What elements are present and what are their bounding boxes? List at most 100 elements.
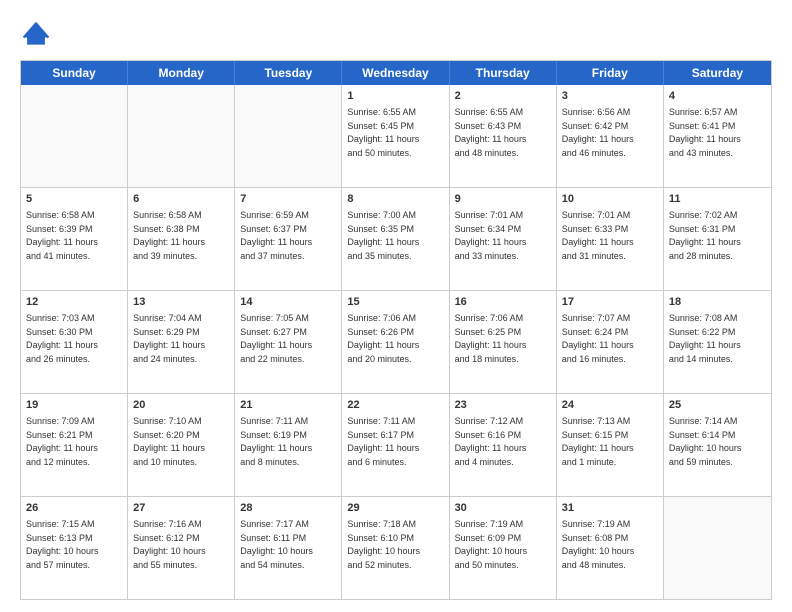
- day-number: 2: [455, 89, 551, 104]
- calendar-cell-3-4: 23 Sunrise: 7:12 AM Sunset: 6:16 PM Dayli…: [450, 394, 557, 496]
- day-number: 29: [347, 501, 443, 516]
- calendar-cell-0-6: 4 Sunrise: 6:57 AM Sunset: 6:41 PM Daylig…: [664, 85, 771, 187]
- day-number: 10: [562, 192, 658, 207]
- calendar-cell-0-0: [21, 85, 128, 187]
- cell-content: Sunrise: 7:16 AM Sunset: 6:12 PM Dayligh…: [133, 519, 206, 570]
- cell-content: Sunrise: 6:56 AM Sunset: 6:42 PM Dayligh…: [562, 107, 634, 158]
- calendar-cell-2-1: 13 Sunrise: 7:04 AM Sunset: 6:29 PM Dayli…: [128, 291, 235, 393]
- day-number: 18: [669, 295, 766, 310]
- day-number: 7: [240, 192, 336, 207]
- calendar-cell-1-2: 7 Sunrise: 6:59 AM Sunset: 6:37 PM Daylig…: [235, 188, 342, 290]
- day-number: 23: [455, 398, 551, 413]
- cell-content: Sunrise: 6:58 AM Sunset: 6:38 PM Dayligh…: [133, 210, 205, 261]
- calendar-week-2: 5 Sunrise: 6:58 AM Sunset: 6:39 PM Daylig…: [21, 188, 771, 291]
- calendar-cell-0-3: 1Sunrise: 6:55 AM Sunset: 6:45 PM Daylig…: [342, 85, 449, 187]
- day-number: 31: [562, 501, 658, 516]
- calendar-cell-1-4: 9 Sunrise: 7:01 AM Sunset: 6:34 PM Daylig…: [450, 188, 557, 290]
- header: [20, 18, 772, 50]
- calendar-cell-2-5: 17Sunrise: 7:07 AM Sunset: 6:24 PM Dayli…: [557, 291, 664, 393]
- day-number: 4: [669, 89, 766, 104]
- cell-content: Sunrise: 7:10 AM Sunset: 6:20 PM Dayligh…: [133, 416, 205, 467]
- cell-content: Sunrise: 7:01 AM Sunset: 6:33 PM Dayligh…: [562, 210, 634, 261]
- day-number: 19: [26, 398, 122, 413]
- day-number: 8: [347, 192, 443, 207]
- cell-content: Sunrise: 6:55 AM Sunset: 6:45 PM Dayligh…: [347, 107, 419, 158]
- calendar-header-row: SundayMondayTuesdayWednesdayThursdayFrid…: [21, 61, 771, 85]
- cell-content: Sunrise: 7:03 AM Sunset: 6:30 PM Dayligh…: [26, 313, 98, 364]
- calendar-cell-1-3: 8 Sunrise: 7:00 AM Sunset: 6:35 PM Daylig…: [342, 188, 449, 290]
- calendar-cell-4-3: 29Sunrise: 7:18 AM Sunset: 6:10 PM Dayli…: [342, 497, 449, 599]
- calendar-cell-2-4: 16 Sunrise: 7:06 AM Sunset: 6:25 PM Dayli…: [450, 291, 557, 393]
- calendar-cell-1-1: 6 Sunrise: 6:58 AM Sunset: 6:38 PM Daylig…: [128, 188, 235, 290]
- cell-content: Sunrise: 7:06 AM Sunset: 6:25 PM Dayligh…: [455, 313, 527, 364]
- cell-content: Sunrise: 7:01 AM Sunset: 6:34 PM Dayligh…: [455, 210, 527, 261]
- calendar-cell-3-0: 19 Sunrise: 7:09 AM Sunset: 6:21 PM Dayli…: [21, 394, 128, 496]
- calendar-cell-4-5: 31 Sunrise: 7:19 AM Sunset: 6:08 PM Dayli…: [557, 497, 664, 599]
- cell-content: Sunrise: 7:17 AM Sunset: 6:11 PM Dayligh…: [240, 519, 313, 570]
- calendar-cell-0-5: 3 Sunrise: 6:56 AM Sunset: 6:42 PM Daylig…: [557, 85, 664, 187]
- calendar-cell-1-6: 11Sunrise: 7:02 AM Sunset: 6:31 PM Dayli…: [664, 188, 771, 290]
- logo: [20, 18, 56, 50]
- day-number: 24: [562, 398, 658, 413]
- calendar-week-1: 1Sunrise: 6:55 AM Sunset: 6:45 PM Daylig…: [21, 85, 771, 188]
- header-day-friday: Friday: [557, 61, 664, 85]
- calendar-cell-0-1: [128, 85, 235, 187]
- day-number: 5: [26, 192, 122, 207]
- calendar-cell-4-4: 30 Sunrise: 7:19 AM Sunset: 6:09 PM Dayli…: [450, 497, 557, 599]
- cell-content: Sunrise: 7:12 AM Sunset: 6:16 PM Dayligh…: [455, 416, 527, 467]
- day-number: 25: [669, 398, 766, 413]
- cell-content: Sunrise: 6:58 AM Sunset: 6:39 PM Dayligh…: [26, 210, 98, 261]
- day-number: 6: [133, 192, 229, 207]
- day-number: 27: [133, 501, 229, 516]
- page: SundayMondayTuesdayWednesdayThursdayFrid…: [0, 0, 792, 612]
- calendar-cell-4-0: 26 Sunrise: 7:15 AM Sunset: 6:13 PM Dayli…: [21, 497, 128, 599]
- cell-content: Sunrise: 7:14 AM Sunset: 6:14 PM Dayligh…: [669, 416, 742, 467]
- header-day-thursday: Thursday: [450, 61, 557, 85]
- day-number: 11: [669, 192, 766, 207]
- calendar-cell-3-1: 20Sunrise: 7:10 AM Sunset: 6:20 PM Dayli…: [128, 394, 235, 496]
- header-day-sunday: Sunday: [21, 61, 128, 85]
- calendar-cell-4-6: [664, 497, 771, 599]
- calendar-cell-3-6: 25 Sunrise: 7:14 AM Sunset: 6:14 PM Dayli…: [664, 394, 771, 496]
- cell-content: Sunrise: 7:19 AM Sunset: 6:08 PM Dayligh…: [562, 519, 635, 570]
- cell-content: Sunrise: 7:07 AM Sunset: 6:24 PM Dayligh…: [562, 313, 634, 364]
- day-number: 21: [240, 398, 336, 413]
- day-number: 28: [240, 501, 336, 516]
- cell-content: Sunrise: 6:59 AM Sunset: 6:37 PM Dayligh…: [240, 210, 312, 261]
- day-number: 15: [347, 295, 443, 310]
- day-number: 26: [26, 501, 122, 516]
- day-number: 3: [562, 89, 658, 104]
- cell-content: Sunrise: 7:06 AM Sunset: 6:26 PM Dayligh…: [347, 313, 419, 364]
- header-day-wednesday: Wednesday: [342, 61, 449, 85]
- calendar-cell-2-6: 18Sunrise: 7:08 AM Sunset: 6:22 PM Dayli…: [664, 291, 771, 393]
- cell-content: Sunrise: 7:13 AM Sunset: 6:15 PM Dayligh…: [562, 416, 634, 467]
- calendar-cell-2-2: 14Sunrise: 7:05 AM Sunset: 6:27 PM Dayli…: [235, 291, 342, 393]
- calendar-cell-1-0: 5 Sunrise: 6:58 AM Sunset: 6:39 PM Daylig…: [21, 188, 128, 290]
- calendar-week-4: 19 Sunrise: 7:09 AM Sunset: 6:21 PM Dayli…: [21, 394, 771, 497]
- calendar-cell-3-2: 21 Sunrise: 7:11 AM Sunset: 6:19 PM Dayli…: [235, 394, 342, 496]
- calendar-cell-2-3: 15 Sunrise: 7:06 AM Sunset: 6:26 PM Dayli…: [342, 291, 449, 393]
- day-number: 22: [347, 398, 443, 413]
- cell-content: Sunrise: 7:11 AM Sunset: 6:17 PM Dayligh…: [347, 416, 419, 467]
- cell-content: Sunrise: 6:57 AM Sunset: 6:41 PM Dayligh…: [669, 107, 741, 158]
- day-number: 12: [26, 295, 122, 310]
- day-number: 9: [455, 192, 551, 207]
- calendar-cell-4-1: 27 Sunrise: 7:16 AM Sunset: 6:12 PM Dayli…: [128, 497, 235, 599]
- day-number: 16: [455, 295, 551, 310]
- day-number: 14: [240, 295, 336, 310]
- calendar-cell-1-5: 10 Sunrise: 7:01 AM Sunset: 6:33 PM Dayli…: [557, 188, 664, 290]
- header-day-tuesday: Tuesday: [235, 61, 342, 85]
- day-number: 30: [455, 501, 551, 516]
- header-day-saturday: Saturday: [664, 61, 771, 85]
- cell-content: Sunrise: 7:09 AM Sunset: 6:21 PM Dayligh…: [26, 416, 98, 467]
- day-number: 13: [133, 295, 229, 310]
- cell-content: Sunrise: 6:55 AM Sunset: 6:43 PM Dayligh…: [455, 107, 527, 158]
- cell-content: Sunrise: 7:19 AM Sunset: 6:09 PM Dayligh…: [455, 519, 528, 570]
- cell-content: Sunrise: 7:11 AM Sunset: 6:19 PM Dayligh…: [240, 416, 312, 467]
- calendar-cell-0-2: [235, 85, 342, 187]
- cell-content: Sunrise: 7:00 AM Sunset: 6:35 PM Dayligh…: [347, 210, 419, 261]
- calendar-body: 1Sunrise: 6:55 AM Sunset: 6:45 PM Daylig…: [21, 85, 771, 599]
- cell-content: Sunrise: 7:04 AM Sunset: 6:29 PM Dayligh…: [133, 313, 205, 364]
- calendar-week-5: 26 Sunrise: 7:15 AM Sunset: 6:13 PM Dayli…: [21, 497, 771, 599]
- cell-content: Sunrise: 7:15 AM Sunset: 6:13 PM Dayligh…: [26, 519, 99, 570]
